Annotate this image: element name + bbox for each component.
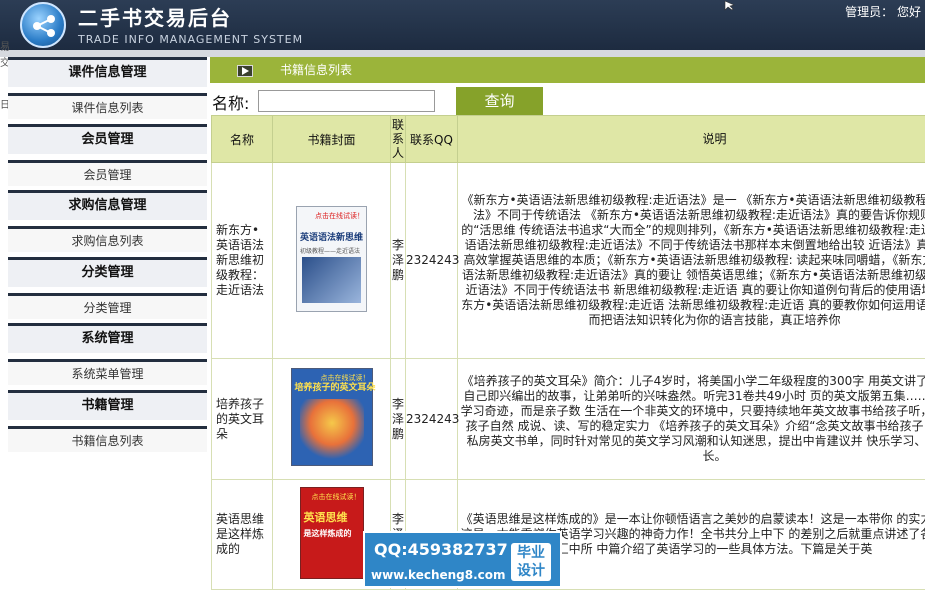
- sidebar-heading-category[interactable]: 分类管理: [8, 257, 207, 287]
- book-name-cell: 培养孩子的英文耳朵: [211, 358, 273, 480]
- book-cover-image[interactable]: 点击在线试读！ 培养孩子的英文耳朵: [290, 368, 376, 466]
- qq-cell: 2324243: [405, 162, 459, 359]
- watermark-badge-line: 毕业: [517, 545, 545, 561]
- book-cover-image[interactable]: 点击在线试读！ 英语思维 是这样炼成的: [299, 486, 364, 579]
- top-header: 二手书交易后台 TRADE INFO MANAGEMENT SYSTEM 管理员…: [0, 0, 925, 50]
- app-title: 二手书交易后台: [78, 6, 232, 30]
- cover-artwork: [299, 399, 364, 459]
- table-row[interactable]: 新东方•英语语法新思维初级教程：走近语法 点击在线试读！ 英语语法新思维 初级教…: [211, 162, 925, 359]
- cover-tag: 点击在线试读！: [315, 211, 364, 220]
- search-label: 名称:: [212, 94, 250, 113]
- sidebar-item-system-menu[interactable]: 系统菜单管理: [8, 359, 207, 385]
- book-table: 名称 书籍封面 联系人 联系QQ 说明 新东方•英语语法新思维初级教程：走近语法…: [211, 115, 925, 590]
- logo-icon: [20, 2, 66, 48]
- column-header-cover: 书籍封面: [272, 115, 391, 163]
- watermark-badge: 毕业 设计: [511, 543, 551, 581]
- watermark-badge-line: 设计: [517, 563, 545, 579]
- sidebar-item-courseware-list[interactable]: 课件信息列表: [8, 93, 207, 119]
- description-cell: 《新东方•英语语法新思维初级教程:走近语法》是一 《新东方•英语语法新思维初级教…: [457, 162, 925, 359]
- book-cover-cell: 点击在线试读！ 培养孩子的英文耳朵: [272, 358, 391, 480]
- book-cover-cell: 点击在线试读！ 英语语法新思维 初级教程——走近语法: [272, 162, 391, 359]
- app-subtitle: TRADE INFO MANAGEMENT SYSTEM: [78, 33, 304, 46]
- list-title: 书籍信息列表: [280, 63, 353, 77]
- sidebar-heading-purchase[interactable]: 求购信息管理: [8, 190, 207, 220]
- sidebar-item-category-manage[interactable]: 分类管理: [8, 293, 207, 319]
- sidebar-heading-system[interactable]: 系统管理: [8, 323, 207, 353]
- watermark-qq: QQ:459382737: [374, 540, 508, 559]
- header-divider: [0, 50, 925, 57]
- description-text: 《新东方•英语语法新思维初级教程:走近语法》是一 《新东方•英语语法新思维初级教…: [461, 193, 925, 327]
- description-cell: 《培养孩子的英文耳朵》简介：儿子4岁时，将美国小学二年级程度的300字 用英文讲…: [457, 358, 925, 480]
- left-edge-fragment: 易 交 日: [0, 40, 10, 120]
- cover-artwork: [302, 256, 361, 303]
- list-title-bar: 书籍信息列表: [210, 57, 925, 83]
- left-edge-char: 交: [0, 58, 10, 69]
- name-search-input[interactable]: [258, 90, 435, 112]
- column-header-contact: 联系人: [390, 115, 406, 163]
- sidebar: 课件信息管理 课件信息列表 会员管理 会员管理 求购信息管理 求购信息列表 分类…: [8, 57, 207, 595]
- table-header-row: 名称 书籍封面 联系人 联系QQ 说明: [211, 115, 925, 163]
- main-content: 书籍信息列表 名称: 查询 名称 书籍封面 联系人 联系QQ 说明 新东方•英语…: [210, 57, 925, 595]
- book-name-cell: 英语思维是这样炼成的: [211, 479, 273, 590]
- book-name-cell: 新东方•英语语法新思维初级教程：走近语法: [211, 162, 273, 359]
- qq-cell: 2324243: [405, 358, 459, 480]
- cover-subtitle: 是这样炼成的: [303, 528, 352, 538]
- column-header-name: 名称: [211, 115, 273, 163]
- mouse-cursor-icon: [724, 0, 736, 14]
- book-cover-image[interactable]: 点击在线试读！ 英语语法新思维 初级教程——走近语法: [296, 205, 367, 312]
- user-greeting: 管理员： 您好: [845, 3, 921, 20]
- left-edge-char: 日: [0, 100, 10, 111]
- table-row[interactable]: 培养孩子的英文耳朵 点击在线试读！ 培养孩子的英文耳朵 李泽鹏 2324243 …: [211, 358, 925, 480]
- user-label: 管理员：: [845, 5, 894, 19]
- description-text: 《培养孩子的英文耳朵》简介：儿子4岁时，将美国小学二年级程度的300字 用英文讲…: [460, 374, 925, 463]
- cover-tag: 点击在线试读！: [311, 492, 361, 501]
- user-greeting-text: 您好: [896, 5, 921, 19]
- table-row[interactable]: 英语思维是这样炼成的 点击在线试读！ 英语思维 是这样炼成的 李泽鹏 《英语思维…: [211, 479, 925, 590]
- sidebar-item-book-list[interactable]: 书籍信息列表: [8, 426, 207, 452]
- watermark-banner: QQ:459382737 www.kecheng8.com 毕业 设计: [363, 531, 562, 588]
- left-edge-char: 易: [0, 42, 10, 53]
- cover-title: 英语思维: [303, 510, 348, 524]
- sidebar-heading-members[interactable]: 会员管理: [8, 124, 207, 154]
- admin-app: 二手书交易后台 TRADE INFO MANAGEMENT SYSTEM 管理员…: [0, 0, 925, 595]
- column-header-description: 说明: [457, 115, 925, 163]
- sidebar-heading-books[interactable]: 书籍管理: [8, 390, 207, 420]
- watermark-url: www.kecheng8.com: [371, 568, 506, 582]
- sidebar-item-member-manage[interactable]: 会员管理: [8, 160, 207, 186]
- search-button[interactable]: 查询: [456, 87, 543, 115]
- cover-title: 培养孩子的英文耳朵: [294, 383, 376, 393]
- play-icon: [237, 65, 253, 77]
- sidebar-item-purchase-list[interactable]: 求购信息列表: [8, 226, 207, 252]
- contact-cell: 李泽鹏: [390, 162, 406, 359]
- contact-cell: 李泽鹏: [390, 358, 406, 480]
- sidebar-heading-courseware[interactable]: 课件信息管理: [8, 57, 207, 87]
- column-header-qq: 联系QQ: [405, 115, 458, 163]
